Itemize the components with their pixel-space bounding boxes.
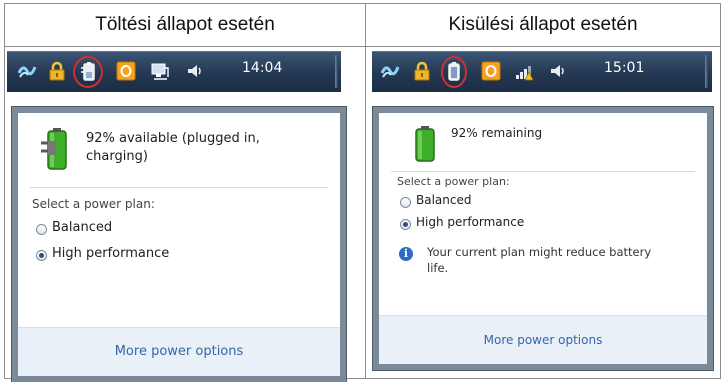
- radio-high-performance[interactable]: [36, 250, 47, 261]
- right-cell: 15:01 92% remaining Select a power plan:: [365, 46, 721, 379]
- comparison-table: Töltési állapot esetén Kisülési állapot …: [4, 3, 721, 382]
- warning-line-1: Your current plan might reduce battery: [427, 245, 652, 259]
- plan-high-performance-label[interactable]: High performance: [416, 215, 524, 229]
- radio-balanced[interactable]: [36, 224, 47, 235]
- highlight-circle: [73, 56, 103, 88]
- plan-high-performance-label[interactable]: High performance: [52, 246, 169, 261]
- battery-charging-icon: [41, 128, 67, 170]
- more-power-options-link[interactable]: More power options: [379, 315, 707, 364]
- show-desktop-edge[interactable]: [335, 55, 338, 88]
- left-taskbar: 14:04: [7, 51, 341, 92]
- warning-line-2: life.: [427, 261, 449, 275]
- plan-balanced-label[interactable]: Balanced: [416, 193, 471, 207]
- status-text: 92% remaining: [451, 126, 543, 140]
- radio-balanced[interactable]: [400, 197, 411, 208]
- battery-green-icon: [415, 126, 435, 162]
- left-battery-popup: 92% available (plugged in, charging) Sel…: [12, 107, 346, 382]
- volume-icon[interactable]: [185, 60, 205, 82]
- divider: [30, 187, 328, 188]
- lock-icon[interactable]: [412, 60, 432, 82]
- taskbar-clock[interactable]: 14:04: [242, 60, 282, 76]
- network-monitor-icon[interactable]: [150, 60, 170, 82]
- office-icon[interactable]: [481, 60, 501, 82]
- plan-balanced-label[interactable]: Balanced: [52, 220, 112, 235]
- right-battery-popup: 92% remaining Select a power plan: Balan…: [373, 107, 713, 370]
- network-icon[interactable]: [17, 60, 37, 82]
- status-line-2: charging): [86, 149, 148, 164]
- volume-icon[interactable]: [548, 60, 568, 82]
- highlight-circle: [441, 56, 467, 88]
- signal-warning-icon[interactable]: [514, 60, 534, 82]
- right-taskbar: 15:01: [372, 51, 712, 92]
- more-power-options-link[interactable]: More power options: [18, 327, 340, 376]
- info-icon: i: [399, 247, 413, 261]
- divider: [391, 171, 695, 172]
- network-icon[interactable]: [380, 60, 400, 82]
- plan-prompt: Select a power plan:: [397, 175, 510, 188]
- left-cell: 14:04 92% available (plugged in, chargin…: [4, 46, 366, 382]
- status-line-1: 92% available (plugged in,: [86, 131, 260, 146]
- right-heading: Kisülési állapot esetén: [365, 3, 721, 47]
- lock-icon[interactable]: [47, 60, 67, 82]
- plan-prompt: Select a power plan:: [32, 197, 155, 211]
- taskbar-clock[interactable]: 15:01: [604, 60, 644, 76]
- office-icon[interactable]: [116, 60, 136, 82]
- radio-high-performance[interactable]: [400, 219, 411, 230]
- show-desktop-edge[interactable]: [705, 55, 708, 88]
- left-heading: Töltési állapot esetén: [4, 3, 366, 47]
